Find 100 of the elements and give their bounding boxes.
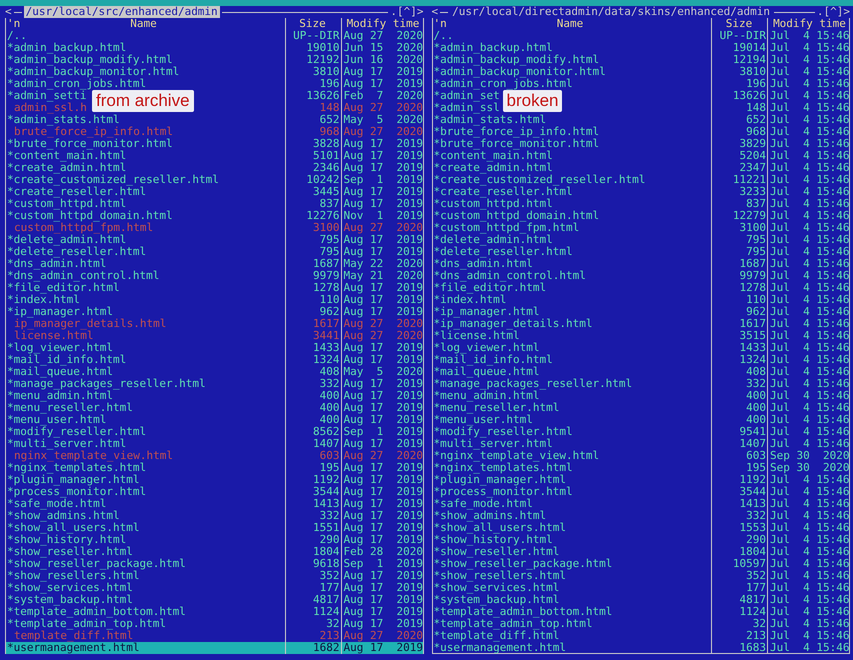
file-name[interactable]: *dns_admin_control.html <box>7 270 160 282</box>
file-name[interactable]: *modify_reseller.html <box>434 426 573 438</box>
file-name[interactable]: *show_services.html <box>434 582 560 594</box>
column-header[interactable]: Modify time <box>340 18 422 30</box>
column-header[interactable]: Modify time <box>767 18 849 30</box>
file-name[interactable]: *mail_id_info.html <box>434 354 553 366</box>
file-name[interactable]: *show_all_users.html <box>434 522 566 534</box>
file-name[interactable]: *brute_force_monitor.html <box>7 138 173 150</box>
panel-controls[interactable]: .[^]> <box>390 6 424 18</box>
file-name[interactable]: *nginx_templates.html <box>434 462 573 474</box>
file-name[interactable]: *index.html <box>434 294 506 306</box>
file-name[interactable]: *admin_backup_modify.html <box>7 54 173 66</box>
file-name[interactable]: *multi_server.html <box>7 438 126 450</box>
file-name[interactable]: *custom_httpd.html <box>434 198 553 210</box>
file-name[interactable]: *admin_setti <box>7 90 86 102</box>
file-name[interactable]: *plugin_manager.html <box>434 474 566 486</box>
file-name[interactable]: *create_customized_reseller.html <box>434 174 646 186</box>
file-name[interactable]: *show_reseller_package.html <box>7 558 186 570</box>
file-name[interactable]: *admin_cron_jobs.html <box>7 78 146 90</box>
file-name[interactable]: *index.html <box>7 294 80 306</box>
sort-indicator[interactable]: 'n <box>7 18 20 30</box>
file-name[interactable]: *show_resellers.html <box>434 570 566 582</box>
file-name[interactable]: *brute_force_ip_info.html <box>434 126 600 138</box>
file-name[interactable]: *menu_user.html <box>434 414 533 426</box>
file-name[interactable]: *delete_admin.html <box>7 234 126 246</box>
file-name[interactable]: *template_admin_bottom.html <box>7 606 186 618</box>
file-name[interactable]: *show_services.html <box>7 582 133 594</box>
file-name[interactable]: *brute_force_monitor.html <box>434 138 600 150</box>
file-name[interactable]: *menu_user.html <box>7 414 106 426</box>
file-name[interactable]: *plugin_manager.html <box>7 474 140 486</box>
file-name[interactable]: *custom_httpd_fpm.html <box>434 222 580 234</box>
file-name[interactable]: *admin_ssl <box>434 102 500 114</box>
file-name[interactable]: *dns_admin_control.html <box>434 270 586 282</box>
file-name[interactable]: /.. <box>434 30 454 42</box>
panel-controls[interactable]: .[^]> <box>816 6 850 18</box>
file-name[interactable]: *custom_httpd.html <box>7 198 126 210</box>
file-name[interactable]: *system_backup.html <box>7 594 133 606</box>
file-name[interactable]: *custom_httpd_domain.html <box>434 210 600 222</box>
file-name[interactable]: *menu_admin.html <box>434 390 540 402</box>
file-name[interactable]: *content_main.html <box>434 150 553 162</box>
file-name[interactable]: *admin_set <box>434 90 500 102</box>
sort-indicator[interactable]: 'n <box>434 18 447 30</box>
file-name[interactable]: *dns_admin.html <box>7 258 106 270</box>
file-name[interactable]: *create_admin.html <box>7 162 126 174</box>
file-name[interactable]: *create_reseller.html <box>7 186 146 198</box>
file-name[interactable]: *template_admin_top.html <box>7 618 166 630</box>
file-name[interactable]: *mail_queue.html <box>434 366 540 378</box>
file-name[interactable]: *mail_queue.html <box>7 366 113 378</box>
file-name[interactable]: *template_admin_bottom.html <box>434 606 612 618</box>
file-name[interactable]: *ip_manager.html <box>7 306 113 318</box>
file-name[interactable]: *admin_backup.html <box>434 42 553 54</box>
file-name[interactable]: *safe_mode.html <box>434 498 533 510</box>
file-name[interactable]: *process_monitor.html <box>434 486 573 498</box>
file-name[interactable]: *show_reseller.html <box>434 546 560 558</box>
file-name[interactable]: *create_admin.html <box>434 162 553 174</box>
file-name[interactable]: *create_customized_reseller.html <box>7 174 219 186</box>
file-name[interactable]: *process_monitor.html <box>7 486 146 498</box>
file-name[interactable]: *show_reseller_package.html <box>434 558 612 570</box>
file-name[interactable]: *admin_backup_monitor.html <box>7 66 180 78</box>
file-name[interactable]: *admin_backup_monitor.html <box>434 66 606 78</box>
file-name[interactable]: *file_editor.html <box>434 282 546 294</box>
file-name[interactable]: *show_resellers.html <box>7 570 140 582</box>
file-name[interactable]: *delete_reseller.html <box>434 246 573 258</box>
file-name[interactable]: *menu_reseller.html <box>7 402 133 414</box>
file-name[interactable]: *log_viewer.html <box>7 342 113 354</box>
file-name[interactable]: *show_reseller.html <box>7 546 133 558</box>
file-name[interactable]: *admin_stats.html <box>7 114 120 126</box>
file-name[interactable]: *log_viewer.html <box>434 342 540 354</box>
file-name[interactable]: *show_history.html <box>7 534 126 546</box>
file-name[interactable]: *license.html <box>434 330 520 342</box>
file-name[interactable]: *modify_reseller.html <box>7 426 146 438</box>
column-header[interactable]: Size <box>284 18 340 30</box>
file-name[interactable]: *system_backup.html <box>434 594 560 606</box>
panel-nav-arrow[interactable]: < <box>5 6 12 18</box>
file-name[interactable]: *safe_mode.html <box>7 498 106 510</box>
file-name[interactable]: *custom_httpd_domain.html <box>7 210 173 222</box>
file-name[interactable]: /.. <box>7 30 27 42</box>
file-name[interactable]: *admin_stats.html <box>434 114 546 126</box>
file-name[interactable]: *ip_manager_details.html <box>434 318 592 330</box>
file-name[interactable]: *manage_packages_reseller.html <box>7 378 206 390</box>
file-name[interactable]: *mail_id_info.html <box>7 354 126 366</box>
file-name[interactable]: *template_admin_top.html <box>434 618 592 630</box>
file-name[interactable]: *multi_server.html <box>434 438 553 450</box>
file-name[interactable]: *admin_backup.html <box>7 42 126 54</box>
column-header[interactable]: Name <box>556 18 584 30</box>
file-name[interactable]: *create_reseller.html <box>434 186 573 198</box>
file-name[interactable]: *admin_backup_modify.html <box>434 54 600 66</box>
file-name[interactable]: *menu_admin.html <box>7 390 113 402</box>
panel-nav-arrow[interactable]: < <box>432 6 438 18</box>
file-name[interactable]: *nginx_template_view.html <box>434 450 600 462</box>
file-name[interactable]: *ip_manager.html <box>434 306 540 318</box>
file-name[interactable]: *delete_admin.html <box>434 234 553 246</box>
file-name[interactable]: *show_history.html <box>434 534 553 546</box>
file-name[interactable]: *show_all_users.html <box>7 522 140 534</box>
column-header[interactable]: Size <box>711 18 767 30</box>
file-name[interactable]: *file_editor.html <box>7 282 120 294</box>
file-name[interactable]: *template_diff.html <box>434 630 560 642</box>
file-name[interactable]: *delete_reseller.html <box>7 246 146 258</box>
column-header[interactable]: Name <box>130 18 157 30</box>
file-name[interactable]: *admin_cron_jobs.html <box>434 78 573 90</box>
